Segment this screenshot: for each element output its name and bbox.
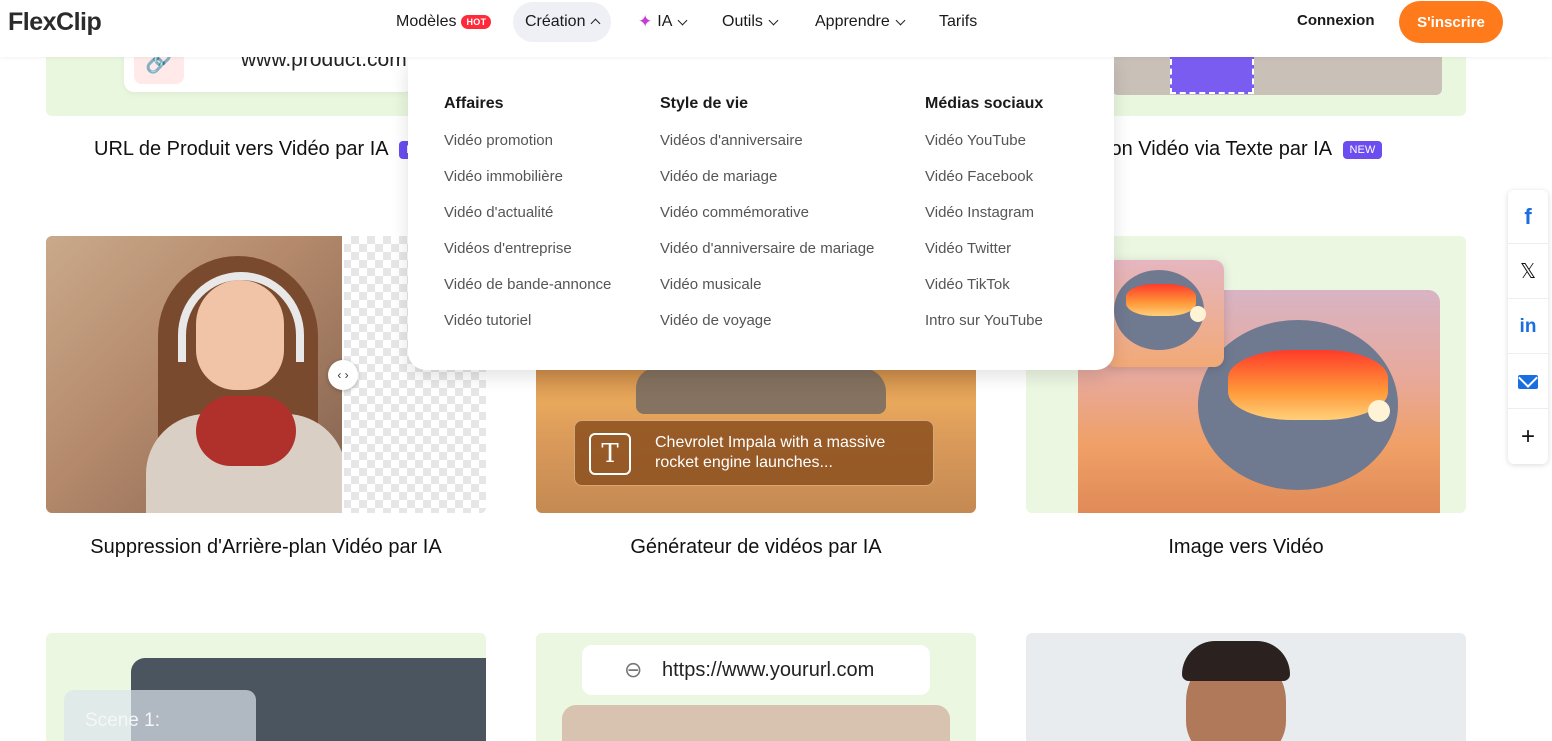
share-x-button[interactable]: 𝕏 [1508, 245, 1548, 299]
mail-icon [1518, 374, 1538, 389]
menu-item[interactable]: Vidéo de mariage [660, 168, 777, 185]
menu-item[interactable]: Vidéo immobilière [444, 168, 563, 185]
menu-item[interactable]: Vidéo de bande-annonce [444, 276, 611, 293]
nav-modeles-label: Modèles [396, 13, 457, 30]
x-icon: 𝕏 [1519, 261, 1537, 283]
url-to-video-title-text: URL de Produit vers Vidéo par IA [94, 138, 388, 160]
menu-item[interactable]: Vidéo musicale [660, 276, 761, 293]
scene-thumbnail[interactable]: Scene 1: [46, 633, 486, 741]
linkedin-icon: in [1519, 315, 1537, 337]
share-linkedin-button[interactable]: in [1508, 300, 1548, 354]
menu-item[interactable]: Vidéo Facebook [925, 168, 1033, 185]
share-bar: f 𝕏 in + [1508, 190, 1548, 464]
menu-item[interactable]: Intro sur YouTube [925, 312, 1043, 329]
woman-scarf [196, 396, 296, 466]
nav-ia-label: IA [657, 13, 673, 30]
your-url-thumbnail[interactable]: ⊖ https://www.yoururl.com [536, 633, 976, 741]
nav-modeles[interactable]: Modèles HOT [396, 12, 492, 32]
share-more-button[interactable]: + [1508, 410, 1548, 464]
column-title-medias-sociaux: Médias sociaux [925, 95, 1044, 112]
nav-creation[interactable]: Création [513, 2, 612, 42]
top-header: FlexClip Modèles HOT Création ✦ IA Outil… [0, 0, 1552, 57]
man-hair [1182, 641, 1290, 681]
menu-item[interactable]: Vidéo Twitter [925, 240, 1011, 257]
scene-label: Scene 1: [85, 710, 160, 731]
share-facebook-button[interactable]: f [1508, 190, 1548, 244]
menu-item[interactable]: Vidéo d'actualité [444, 204, 553, 221]
nav-outils-label: Outils [722, 13, 763, 30]
menu-item[interactable]: Vidéos d'anniversaire [660, 132, 803, 149]
chevron-up-icon [591, 18, 601, 29]
menu-item[interactable]: Vidéo YouTube [925, 132, 1026, 149]
menu-item[interactable]: Vidéo commémorative [660, 204, 809, 221]
nav-tarifs[interactable]: Tarifs [939, 12, 977, 32]
man-thumbnail[interactable] [1026, 633, 1466, 741]
menu-item[interactable]: Vidéo promotion [444, 132, 553, 149]
flexclip-logo[interactable]: FlexClip [8, 6, 102, 38]
astronaut-small-image [1106, 260, 1224, 367]
menu-item[interactable]: Vidéo de voyage [660, 312, 771, 329]
text-icon: T [589, 433, 631, 475]
nav-apprendre-label: Apprendre [815, 13, 890, 30]
plus-icon: + [1520, 423, 1535, 450]
menu-item[interactable]: Vidéos d'entreprise [444, 240, 572, 257]
chevron-down-icon [677, 15, 688, 25]
link-icon: ⊖ [624, 657, 643, 682]
nav-tarifs-label: Tarifs [939, 13, 978, 30]
url-to-video-title[interactable]: URL de Produit vers Vidéo par IA N [94, 138, 422, 161]
compare-handle-icon[interactable]: ‹ › [328, 360, 358, 390]
chevron-down-icon [895, 15, 906, 25]
visor-shape [1126, 284, 1196, 316]
nav-outils[interactable]: Outils [722, 12, 779, 32]
url-text: https://www.yoururl.com [662, 659, 875, 681]
nav-apprendre[interactable]: Apprendre [815, 12, 906, 32]
creation-dropdown-menu: Affaires Vidéo promotion Vidéo immobiliè… [408, 57, 1114, 370]
nav-ia[interactable]: ✦ IA [638, 12, 688, 32]
hot-badge: HOT [461, 15, 492, 29]
woman-photo [562, 705, 950, 741]
ai-generator-title[interactable]: Générateur de vidéos par IA [536, 536, 976, 559]
facebook-icon: f [1524, 203, 1532, 229]
new-badge: NEW [1342, 140, 1383, 159]
chevron-down-icon [768, 15, 779, 25]
edit-via-text-title[interactable]: ition Vidéo via Texte par IA NEW [1096, 138, 1383, 161]
sparkle-icon: ✦ [638, 12, 653, 31]
edit-via-text-title-text: ition Vidéo via Texte par IA [1096, 138, 1331, 160]
moon-shape [1190, 306, 1206, 322]
car-image [636, 368, 886, 414]
logo-text: FlexClip [8, 7, 102, 36]
menu-item[interactable]: Vidéo tutoriel [444, 312, 531, 329]
visor-shape [1228, 350, 1388, 420]
moon-shape [1368, 400, 1390, 422]
menu-item[interactable]: Vidéo TikTok [925, 276, 1010, 293]
menu-item[interactable]: Vidéo d'anniversaire de mariage [660, 240, 874, 257]
menu-item[interactable]: Vidéo Instagram [925, 204, 1034, 221]
image-to-video-title[interactable]: Image vers Vidéo [1026, 536, 1466, 559]
bg-removal-title[interactable]: Suppression d'Arrière-plan Vidéo par IA [46, 536, 486, 559]
signup-button[interactable]: S'inscrire [1399, 1, 1503, 43]
prompt-text: Chevrolet Impala with a massive rocket e… [655, 434, 886, 471]
column-title-style-de-vie: Style de vie [660, 95, 749, 112]
nav-creation-label: Création [525, 13, 586, 30]
prompt-box: T Chevrolet Impala with a massive rocket… [574, 420, 934, 486]
column-title-affaires: Affaires [444, 95, 504, 112]
login-link[interactable]: Connexion [1297, 12, 1375, 29]
page: FlexClip Modèles HOT Création ✦ IA Outil… [0, 0, 1552, 741]
share-mail-button[interactable] [1508, 355, 1548, 409]
